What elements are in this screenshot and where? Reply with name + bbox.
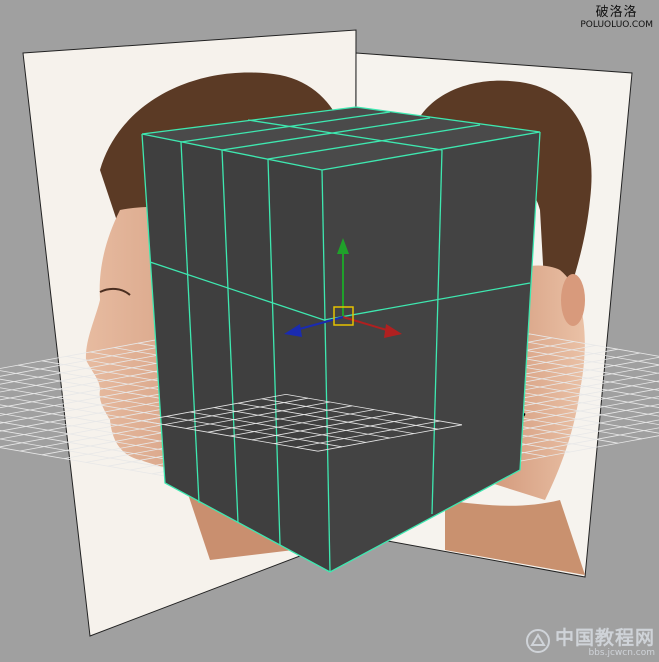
viewport-scene[interactable] bbox=[0, 0, 659, 662]
watermark-bottom-url: bbs.jcwcn.com bbox=[588, 648, 655, 658]
watermark-top-url: POLUOLUO.COM bbox=[580, 20, 653, 30]
watermark-bottom: 中国教程网 bbs.jcwcn.com bbox=[525, 627, 655, 658]
watermark-top-chinese: 破洛洛 bbox=[595, 5, 638, 20]
watermark-logo-icon bbox=[525, 629, 550, 653]
front-ear bbox=[561, 274, 585, 326]
watermark-bottom-chinese: 中国教程网 bbox=[554, 627, 655, 649]
3d-viewport[interactable]: 破洛洛 POLUOLUO.COM 中国教程网 bbs.jcwcn.com bbox=[0, 0, 659, 662]
watermark-top: 破洛洛 POLUOLUO.COM bbox=[580, 5, 653, 31]
